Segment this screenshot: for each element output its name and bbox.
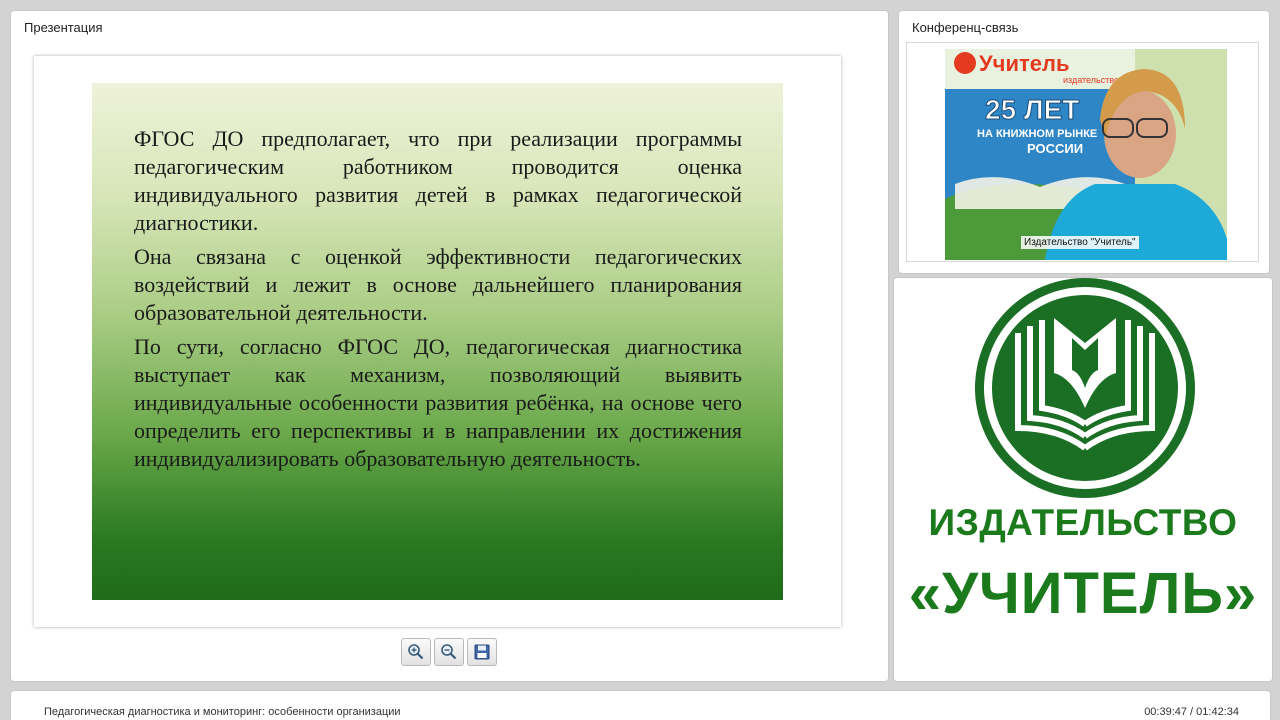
video-frame: Учитель издательство 25 ЛЕТ НА КНИЖНОМ Р…: [907, 43, 1258, 261]
webinar-title: Педагогическая диагностика и мониторинг:…: [44, 706, 401, 718]
banner-line2: РОССИИ: [1027, 141, 1083, 156]
slide-text: ФГОС ДО предполагает, что при реализации…: [134, 125, 742, 479]
presentation-toolbar: [401, 638, 497, 668]
slide: ФГОС ДО предполагает, что при реализации…: [92, 83, 783, 600]
save-button[interactable]: [467, 638, 497, 666]
banner-line1: НА КНИЖНОМ РЫНКЕ: [977, 128, 1097, 140]
presentation-panel-title: Презентация: [24, 20, 103, 35]
presentation-panel: Презентация ФГОС ДО предполагает, что пр…: [11, 11, 888, 681]
zoom-out-button[interactable]: [434, 638, 464, 666]
slide-frame: ФГОС ДО предполагает, что при реализации…: [34, 56, 841, 627]
conference-panel-title: Конференц-связь: [912, 20, 1019, 35]
slide-paragraph: По сути, согласно ФГОС ДО, педагогическа…: [134, 334, 742, 471]
publisher-name-line1: ИЗДАТЕЛЬСТВО: [928, 502, 1238, 543]
video-caption: Издательство "Учитель": [1021, 236, 1139, 249]
publisher-name-line2: «УЧИТЕЛЬ»: [908, 561, 1258, 626]
banner-brand: Учитель: [979, 51, 1070, 76]
slide-paragraph: Она связана с оценкой эффективности педа…: [134, 244, 742, 325]
speaker-video-image: Учитель издательство 25 ЛЕТ НА КНИЖНОМ Р…: [945, 49, 1227, 260]
banner-years: 25 ЛЕТ: [985, 94, 1079, 125]
zoom-in-button[interactable]: [401, 638, 431, 666]
video-feed[interactable]: Учитель издательство 25 ЛЕТ НА КНИЖНОМ Р…: [945, 49, 1227, 260]
zoom-in-icon: [408, 644, 424, 660]
zoom-out-icon: [441, 644, 457, 660]
conference-panel: Конференц-связь Учитель издательство 25 …: [899, 11, 1269, 273]
publisher-logo-panel: ИЗДАТЕЛЬСТВО «УЧИТЕЛЬ»: [894, 278, 1272, 681]
playback-time: 00:39:47 / 01:42:34: [1144, 706, 1239, 718]
slide-paragraph: ФГОС ДО предполагает, что при реализации…: [134, 126, 742, 235]
banner-subtitle: издательство: [1063, 75, 1119, 85]
save-icon: [474, 644, 490, 660]
publisher-logo-icon: [975, 278, 1195, 498]
footer-bar: Педагогическая диагностика и мониторинг:…: [11, 691, 1270, 720]
